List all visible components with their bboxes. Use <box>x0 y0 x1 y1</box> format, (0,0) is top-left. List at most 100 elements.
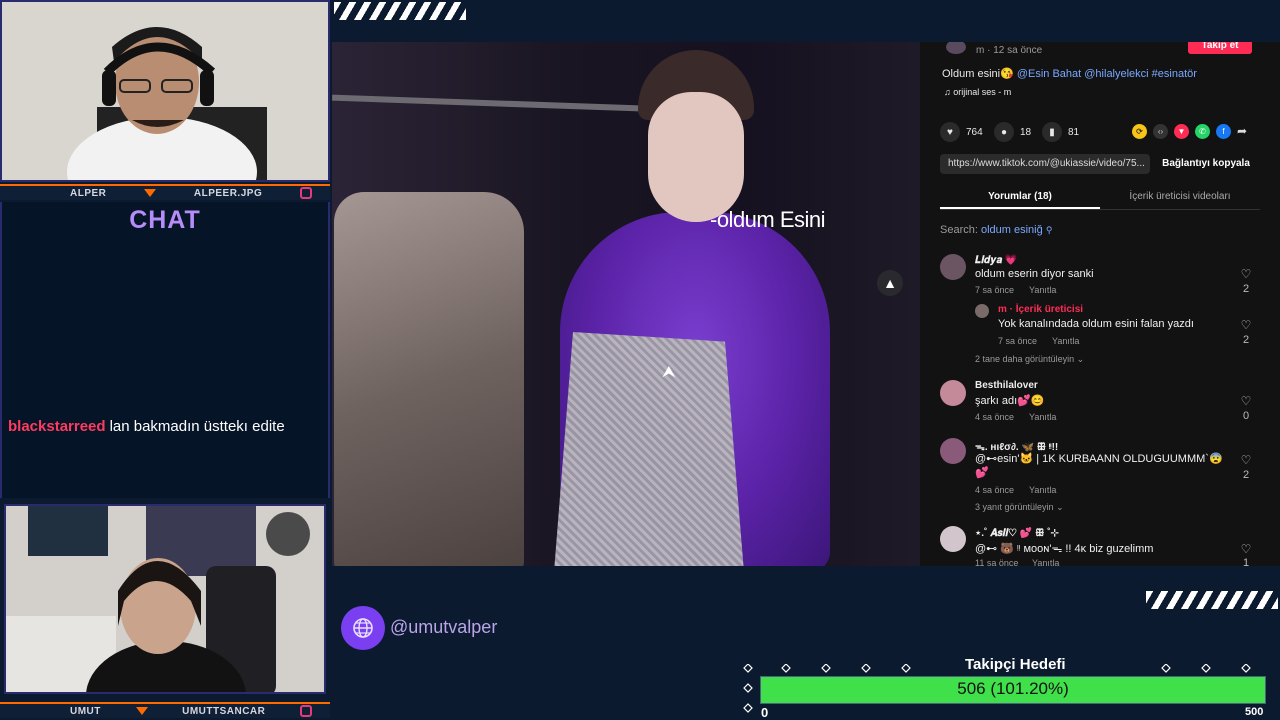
comment-like-icon[interactable]: ♡ <box>1239 267 1253 281</box>
caption-tags[interactable]: @Esin Bahat @hilalyelekci #esinatör <box>1017 68 1197 80</box>
commenter-avatar[interactable] <box>940 254 966 280</box>
scroll-up-button[interactable]: ▲ <box>877 270 903 296</box>
comment-time: 11 sa önce <box>975 558 1019 566</box>
tab-comments[interactable]: Yorumlar (18) <box>940 186 1100 209</box>
comment-count: 18 <box>1020 126 1032 138</box>
comment-author[interactable]: ⋆.˚ 𝑨𝒔𝒍𝒊♡ 💕 ꕥ ˚⊹ <box>975 528 1059 539</box>
triangle-icon <box>144 189 157 197</box>
comment-like-count: 2 <box>1242 283 1250 295</box>
creator-avatar[interactable] <box>975 304 989 318</box>
view-replies[interactable]: 3 yanıt görüntüleyin ⌄ <box>975 502 1064 513</box>
social-handle: @umutvalper <box>390 617 498 637</box>
goal-min: 0 <box>761 705 769 720</box>
comment-time: 7 sa önce <box>975 285 1015 295</box>
author-meta: m · 12 sa önce <box>976 45 1043 56</box>
comment-like-count: 2 <box>1242 334 1250 346</box>
comment-time: 7 sa önce <box>998 336 1038 346</box>
comment-text: @⊷ 🐻 ᵎᵎ ᴍᴏᴏɴ'ᯓ !! 4ᴋ biz guzelimm <box>975 543 1154 555</box>
video-overlay-caption: -oldum Esini <box>710 207 826 232</box>
webcam-top-namebar: ALPER ALPEER.JPG <box>0 184 330 200</box>
embed-icon[interactable]: ‹› <box>1153 124 1168 139</box>
chat-message-text: lan bakmadın üsttekı edite <box>109 418 285 435</box>
instagram-icon <box>299 187 312 199</box>
like-stat[interactable]: ♥ 764 <box>940 122 983 142</box>
commenter-avatar[interactable] <box>940 526 966 552</box>
tiktok-video[interactable]: -oldum Esini ▲ ⮝ <box>332 42 920 566</box>
mouse-cursor-icon: ⮝ <box>662 364 676 381</box>
chevron-up-icon: ▲ <box>883 275 897 291</box>
webcam-bottom-namebar: UMUT UMUTTSANCAR <box>0 702 330 718</box>
person-face <box>648 92 744 222</box>
repost-icon[interactable]: ⟳ <box>1132 124 1147 139</box>
decorative-stripes-bottom-right <box>1146 591 1278 609</box>
reply-link[interactable]: Yanıtla <box>1029 485 1056 495</box>
instagram-icon <box>300 705 312 717</box>
share-arrow-icon[interactable]: ➦ <box>1237 124 1247 139</box>
follow-button[interactable]: Takip et <box>1188 42 1252 54</box>
search-icon: ⚲ <box>1045 225 1053 235</box>
tiktok-details-panel: m · 12 sa önce Takip et Oldum esini😘 @Es… <box>920 42 1280 566</box>
comment-like-icon[interactable]: ♡ <box>1239 318 1253 332</box>
webcam-top-name: ALPER <box>70 187 107 199</box>
tab-creator-videos[interactable]: İçerik üreticisi videoları <box>1100 186 1260 209</box>
chat-title: CHAT <box>129 206 201 234</box>
comment-text: şarkı adı💕😊 <box>975 395 1045 407</box>
comment-text: @⊷esin'🐱 | 1K KURBAANN OLDUGUUMMM`😨💕 <box>975 453 1223 479</box>
comment-tabs: Yorumlar (18) İçerik üreticisi videoları <box>940 186 1260 210</box>
sound-name: orijinal ses - m <box>953 87 1012 97</box>
send-icon[interactable]: ▼ <box>1174 124 1189 139</box>
save-count: 81 <box>1068 126 1080 138</box>
goal-title: Takipçi Hedefi <box>965 656 1066 673</box>
webcam-bottom <box>4 504 326 694</box>
webcam-top-handle: ALPEER.JPG <box>193 187 263 199</box>
comment-like-count: 2 <box>1242 469 1250 481</box>
whatsapp-icon[interactable]: ✆ <box>1195 124 1210 139</box>
search-label: Search: <box>940 224 978 236</box>
globe-icon <box>341 606 385 650</box>
comment-author[interactable]: Besthilalover <box>975 380 1038 391</box>
chevron-down-icon: ⌄ <box>1056 502 1064 512</box>
view-replies-label: 3 yanıt görüntüleyin <box>975 502 1054 512</box>
comment-like-icon[interactable]: ♡ <box>1239 394 1253 408</box>
reply-link[interactable]: Yanıtla <box>1029 285 1056 295</box>
comment-search[interactable]: Search: oldum esiniğ ⚲ <box>940 224 1052 236</box>
commenter-avatar[interactable] <box>940 438 966 464</box>
save-stat[interactable]: ▮ 81 <box>1042 122 1079 142</box>
comment-author[interactable]: 𝑳𝒊𝒅𝒚𝒂 💗 <box>975 255 1017 266</box>
webcam-bottom-name: UMUT <box>70 705 101 717</box>
decorative-stripes-top <box>334 2 466 20</box>
goal-max: 500 <box>1245 706 1264 718</box>
view-more-replies[interactable]: 2 tane daha görüntüleyin ⌄ <box>975 354 1084 365</box>
hanging-coat <box>334 192 524 566</box>
author-avatar[interactable] <box>946 42 966 54</box>
chat-panel: CHAT blackstarreed lan bakmadın üsttekı e… <box>0 202 330 498</box>
comment-icon: ● <box>994 122 1014 142</box>
reply-link[interactable]: Yanıtla <box>1029 412 1056 422</box>
triangle-icon <box>135 707 148 715</box>
bookmark-icon: ▮ <box>1042 122 1062 142</box>
like-count: 764 <box>966 126 983 138</box>
comment-like-icon[interactable]: ♡ <box>1239 453 1253 467</box>
video-url-field[interactable]: https://www.tiktok.com/@ukiassie/video/7… <box>940 154 1150 174</box>
music-note-icon: ♫ <box>944 87 951 97</box>
comment-like-count: 0 <box>1242 410 1250 422</box>
comment-stat[interactable]: ● 18 <box>994 122 1031 142</box>
copy-link-button[interactable]: Bağlantıyı kopyala <box>1154 154 1258 174</box>
chat-username: blackstarreed <box>8 418 106 435</box>
webcam-bottom-handle: UMUTTSANCAR <box>182 705 266 717</box>
webcam-top <box>0 0 330 182</box>
facebook-icon[interactable]: f <box>1216 124 1231 139</box>
comment-author[interactable]: ᯓ. нιℓσ∂. 🦋 ꕥ ᵎᵎ!! <box>975 439 1058 453</box>
reply-link[interactable]: Yanıtla <box>1032 558 1059 566</box>
comment-like-icon[interactable]: ♡ <box>1239 542 1253 556</box>
comment-time: 4 sa önce <box>975 412 1015 422</box>
chevron-down-icon: ⌄ <box>1076 354 1085 364</box>
comment-like-count: 1 <box>1242 557 1250 566</box>
comment-author[interactable]: m · İçerik üreticisi <box>998 304 1083 315</box>
view-more-replies-label: 2 tane daha görüntüleyin <box>975 354 1075 364</box>
chat-message: blackstarreed lan bakmadın üsttekı edite <box>8 418 308 436</box>
commenter-avatar[interactable] <box>940 380 966 406</box>
sound-row[interactable]: ♫ orijinal ses - m <box>944 87 1011 97</box>
reply-link[interactable]: Yanıtla <box>1052 336 1079 346</box>
comment-time: 4 sa önce <box>975 485 1015 495</box>
